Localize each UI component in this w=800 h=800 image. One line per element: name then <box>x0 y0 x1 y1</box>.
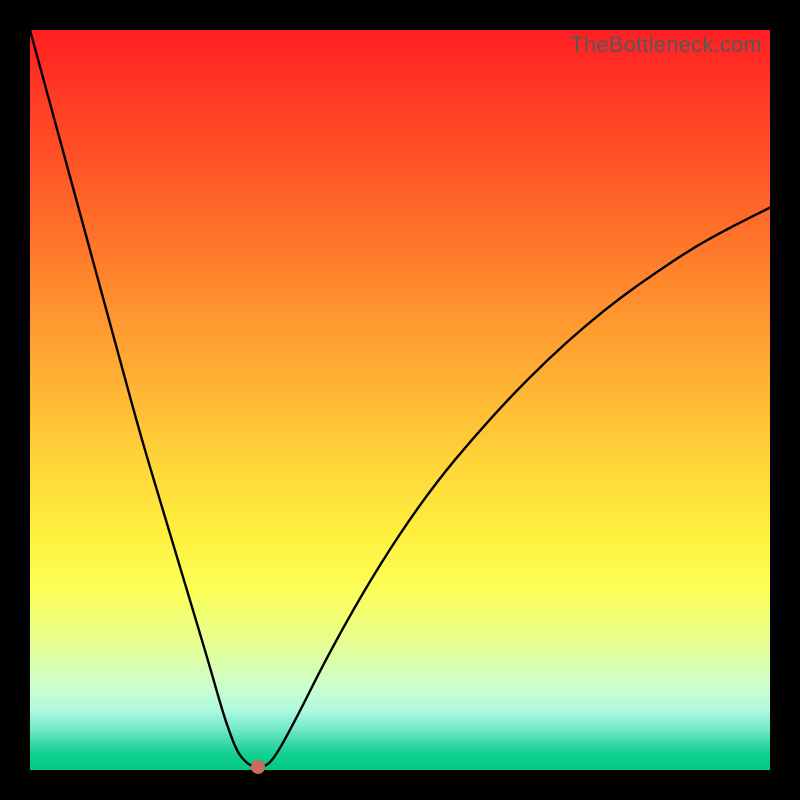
watermark-text: TheBottleneck.com <box>570 32 762 58</box>
bottleneck-curve <box>30 30 770 770</box>
minimum-marker <box>251 760 265 774</box>
plot-area: TheBottleneck.com <box>30 30 770 770</box>
chart-frame: TheBottleneck.com <box>0 0 800 800</box>
